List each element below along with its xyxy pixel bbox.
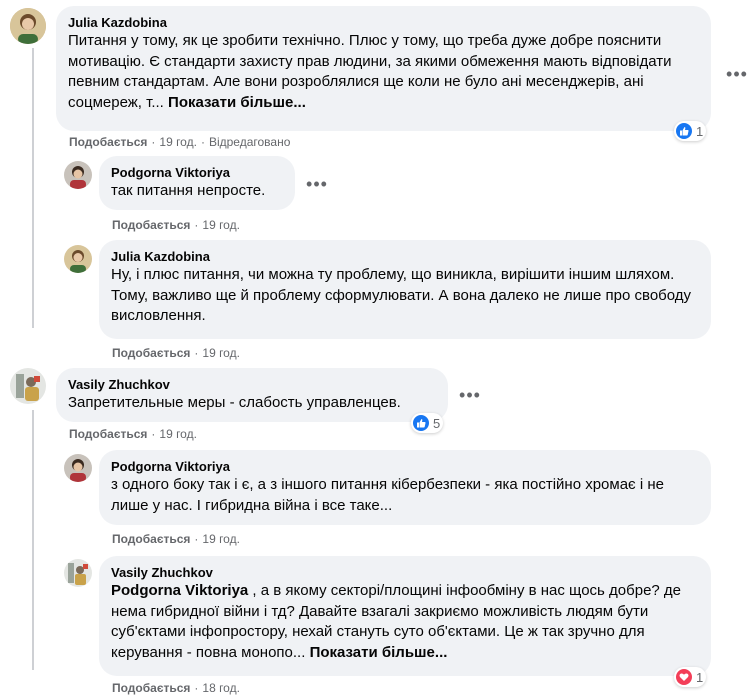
comment-text: Ну, і плюс питання, чи можна ту проблему… xyxy=(111,266,696,324)
comment-actions: Подобається · 18 год. xyxy=(112,681,240,695)
comment-actions: Подобається · 19 год. xyxy=(69,427,197,441)
like-button[interactable]: Подобається xyxy=(112,532,190,546)
more-options-button[interactable]: ••• xyxy=(456,381,484,409)
mention-link[interactable]: Podgorna Viktoriya xyxy=(111,582,248,599)
reaction-summary[interactable]: 5 xyxy=(411,413,444,433)
edited-label: Відредаговано xyxy=(208,135,291,149)
avatar[interactable] xyxy=(10,368,46,404)
thread-line xyxy=(32,410,34,670)
avatar-photo-icon xyxy=(10,8,46,44)
comment-body: Питання у тому, як це зробити технічно. … xyxy=(68,32,676,111)
love-icon xyxy=(676,669,692,685)
comment-timestamp[interactable]: 18 год. xyxy=(202,681,240,695)
avatar-photo-icon xyxy=(64,161,92,189)
avatar[interactable] xyxy=(64,559,92,587)
reaction-summary[interactable]: 1 xyxy=(674,121,707,141)
comment-text: з одного боку так і є, а з іншого питанн… xyxy=(111,476,669,514)
like-button[interactable]: Подобається xyxy=(112,218,190,232)
comment-author[interactable]: Podgorna Viktoriya xyxy=(111,164,283,181)
comment-author[interactable]: Vasily Zhuchkov xyxy=(111,564,699,581)
comment-bubble: Vasily Zhuchkov Запретительные меры - сл… xyxy=(56,368,448,422)
avatar-photo-icon xyxy=(64,245,92,273)
reaction-count: 1 xyxy=(696,669,704,685)
more-options-button[interactable]: ••• xyxy=(723,60,751,88)
reaction-count: 1 xyxy=(696,123,704,139)
comment-timestamp[interactable]: 19 год. xyxy=(159,135,197,149)
comment-bubble: Julia Kazdobina Ну, і плюс питання, чи м… xyxy=(99,240,711,339)
comment-bubble: Vasily Zhuchkov Podgorna Viktoriya , а в… xyxy=(99,556,711,676)
comment-actions: Подобається · 19 год. xyxy=(112,532,240,546)
like-button[interactable]: Подобається xyxy=(112,346,190,360)
comment-bubble: Podgorna Viktoriya з одного боку так і є… xyxy=(99,450,711,525)
comment-author[interactable]: Julia Kazdobina xyxy=(68,14,699,31)
see-more-link[interactable]: Показати більше... xyxy=(168,94,306,111)
like-button[interactable]: Подобається xyxy=(112,681,190,695)
like-button[interactable]: Подобається xyxy=(69,427,147,441)
comment-author[interactable]: Julia Kazdobina xyxy=(111,248,699,265)
comment-text: Питання у тому, як це зробити технічно. … xyxy=(68,31,699,113)
comment-timestamp[interactable]: 19 год. xyxy=(202,532,240,546)
like-icon xyxy=(413,415,429,431)
avatar[interactable] xyxy=(64,454,92,482)
avatar[interactable] xyxy=(64,245,92,273)
comment-timestamp[interactable]: 19 год. xyxy=(202,218,240,232)
comment-timestamp[interactable]: 19 год. xyxy=(202,346,240,360)
reaction-summary[interactable]: 1 xyxy=(674,667,707,687)
avatar[interactable] xyxy=(64,161,92,189)
comment-text: Запретительные меры - слабость управленц… xyxy=(68,394,401,411)
reaction-count: 5 xyxy=(433,415,441,431)
see-more-link[interactable]: Показати більше... xyxy=(310,644,448,661)
comment-bubble: Julia Kazdobina Питання у тому, як це зр… xyxy=(56,6,711,131)
comment-text: так питання непросте. xyxy=(111,182,266,199)
avatar-photo-icon xyxy=(64,559,92,587)
thread-line xyxy=(32,48,34,328)
comment-text: Podgorna Viktoriya , а в якому секторі/п… xyxy=(111,581,699,663)
more-options-button[interactable]: ••• xyxy=(303,170,331,198)
comment-actions: Подобається · 19 год. xyxy=(112,218,240,232)
avatar-photo-icon xyxy=(10,368,46,404)
comment-author[interactable]: Podgorna Viktoriya xyxy=(111,458,699,475)
comment-bubble: Podgorna Viktoriya так питання непросте. xyxy=(99,156,295,210)
comment-actions: Подобається · 19 год. xyxy=(112,346,240,360)
comment-timestamp[interactable]: 19 год. xyxy=(159,427,197,441)
avatar[interactable] xyxy=(10,8,46,44)
like-button[interactable]: Подобається xyxy=(69,135,147,149)
comment-actions: Подобається · 19 год. · Відредаговано xyxy=(69,135,291,149)
comment-author[interactable]: Vasily Zhuchkov xyxy=(68,376,436,393)
avatar-photo-icon xyxy=(64,454,92,482)
like-icon xyxy=(676,123,692,139)
